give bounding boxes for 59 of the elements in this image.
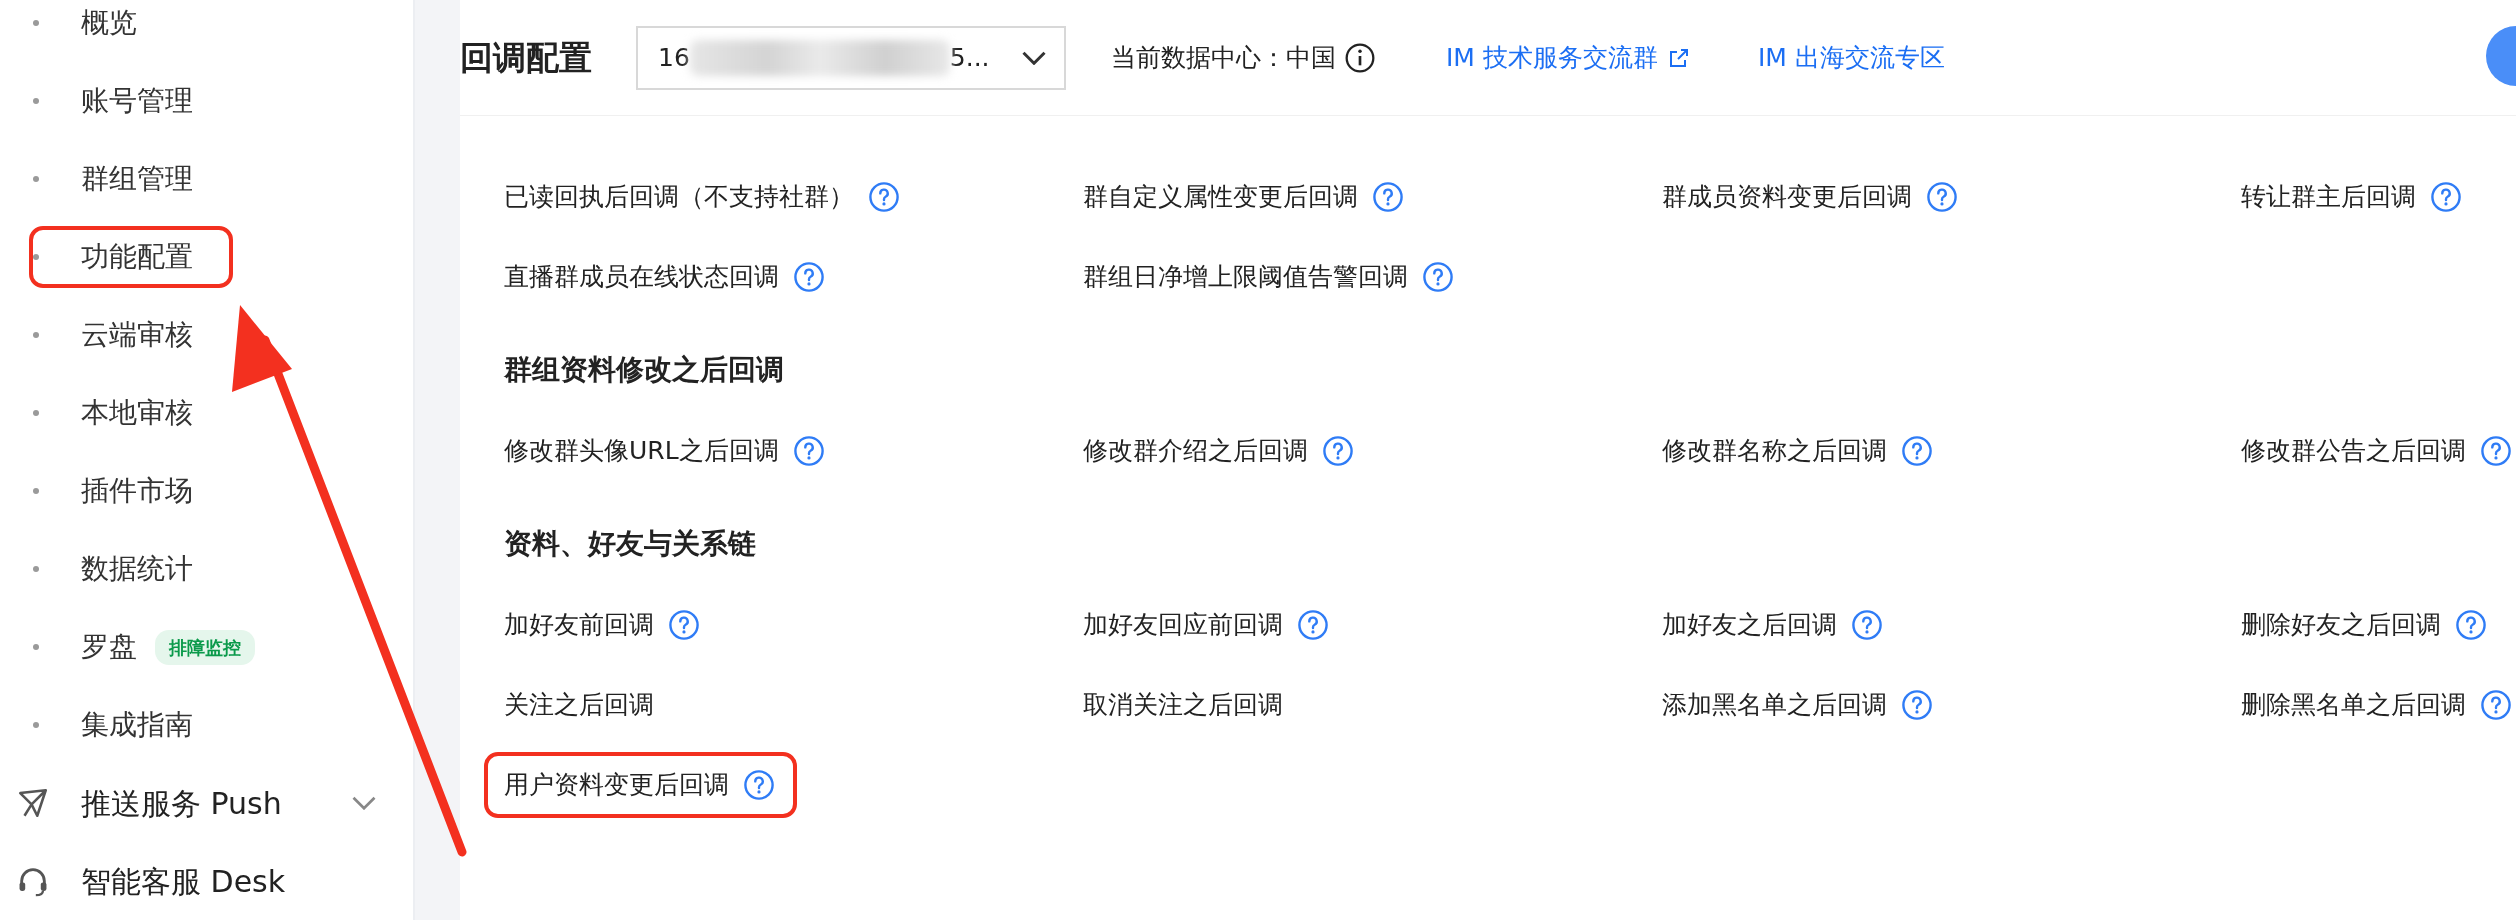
help-icon	[1901, 435, 1933, 467]
sidebar-item[interactable]: 插件市场	[81, 470, 193, 512]
setting-label: 删除好友之后回调	[2241, 609, 2441, 642]
help-icon	[743, 769, 775, 801]
send-icon	[16, 786, 50, 820]
help-icon	[2455, 609, 2487, 641]
sidebar-item[interactable]: 账号管理	[81, 80, 193, 122]
setting-label: 群组日净增上限阈值告警回调	[1083, 261, 1408, 294]
setting-label: 加好友回应前回调	[1083, 609, 1283, 642]
help-icon	[1926, 181, 1958, 213]
sidebar-group[interactable]: 推送服务 Push	[81, 780, 282, 826]
setting-label: 群成员资料变更后回调	[1662, 181, 1912, 214]
section-heading: 群组资料修改之后回调	[504, 352, 785, 389]
setting-label: 直播群成员在线状态回调	[504, 261, 779, 294]
help-icon	[792, 435, 825, 467]
sidebar-item[interactable]: 群组管理	[81, 158, 193, 200]
setting-label: 取消关注之后回调	[1083, 689, 1283, 722]
setting-label: 已读回执后回调（不支持社群）	[504, 181, 854, 214]
help-icon	[668, 609, 700, 641]
help-icon	[2430, 181, 2462, 213]
setting-label: 修改群介绍之后回调	[1083, 435, 1308, 468]
help-icon	[1422, 261, 1454, 293]
sidebar-item[interactable]: 数据统计	[81, 548, 193, 590]
header-link[interactable]: IM 出海交流专区	[1757, 38, 1945, 77]
help-icon	[1297, 609, 1329, 641]
external-link-icon	[1669, 48, 1688, 67]
sidebar-group[interactable]: 智能客服 Desk	[81, 858, 286, 904]
help-icon	[1851, 609, 1883, 641]
help-icon	[868, 181, 900, 213]
app-select[interactable]: 16 5...	[636, 25, 1066, 90]
status-badge: 排障监控	[155, 629, 255, 665]
help-icon	[793, 261, 825, 293]
help-icon	[1901, 689, 1933, 721]
data-center-label: 当前数据中心：中国	[1111, 41, 1336, 74]
setting-label: 加好友前回调	[504, 609, 654, 642]
setting-label: 修改群头像URL之后回调	[504, 435, 779, 468]
help-icon	[2480, 435, 2512, 467]
setting-label: 修改群公告之后回调	[2241, 435, 2466, 468]
setting-label: 群自定义属性变更后回调	[1083, 181, 1358, 214]
setting-label: 用户资料变更后回调	[504, 769, 729, 802]
setting-label: 删除黑名单之后回调	[2241, 689, 2466, 722]
setting-label: 修改群名称之后回调	[1662, 435, 1887, 468]
setting-label: 加好友之后回调	[1662, 609, 1837, 642]
help-icon	[2480, 689, 2512, 721]
setting-label: 添加黑名单之后回调	[1662, 689, 1887, 722]
sidebar-item[interactable]: 云端审核	[81, 314, 193, 356]
sidebar-item[interactable]: 集成指南	[81, 704, 193, 746]
help-icon	[1372, 181, 1404, 213]
info-icon	[1344, 41, 1376, 74]
page-title: 回调配置	[460, 37, 592, 78]
section-heading: 资料、好友与关系链	[504, 526, 757, 563]
sidebar-item[interactable]: 本地审核	[81, 392, 193, 434]
chevron-down-icon	[1022, 50, 1046, 65]
setting-label: 转让群主后回调	[2241, 181, 2416, 214]
header-link[interactable]: IM 技术服务交流群	[1446, 38, 1688, 77]
setting-label: 关注之后回调	[504, 689, 654, 722]
help-icon	[1322, 435, 1354, 467]
sidebar-item[interactable]: 概览	[81, 2, 137, 44]
sidebar-item[interactable]: 罗盘	[81, 626, 137, 668]
